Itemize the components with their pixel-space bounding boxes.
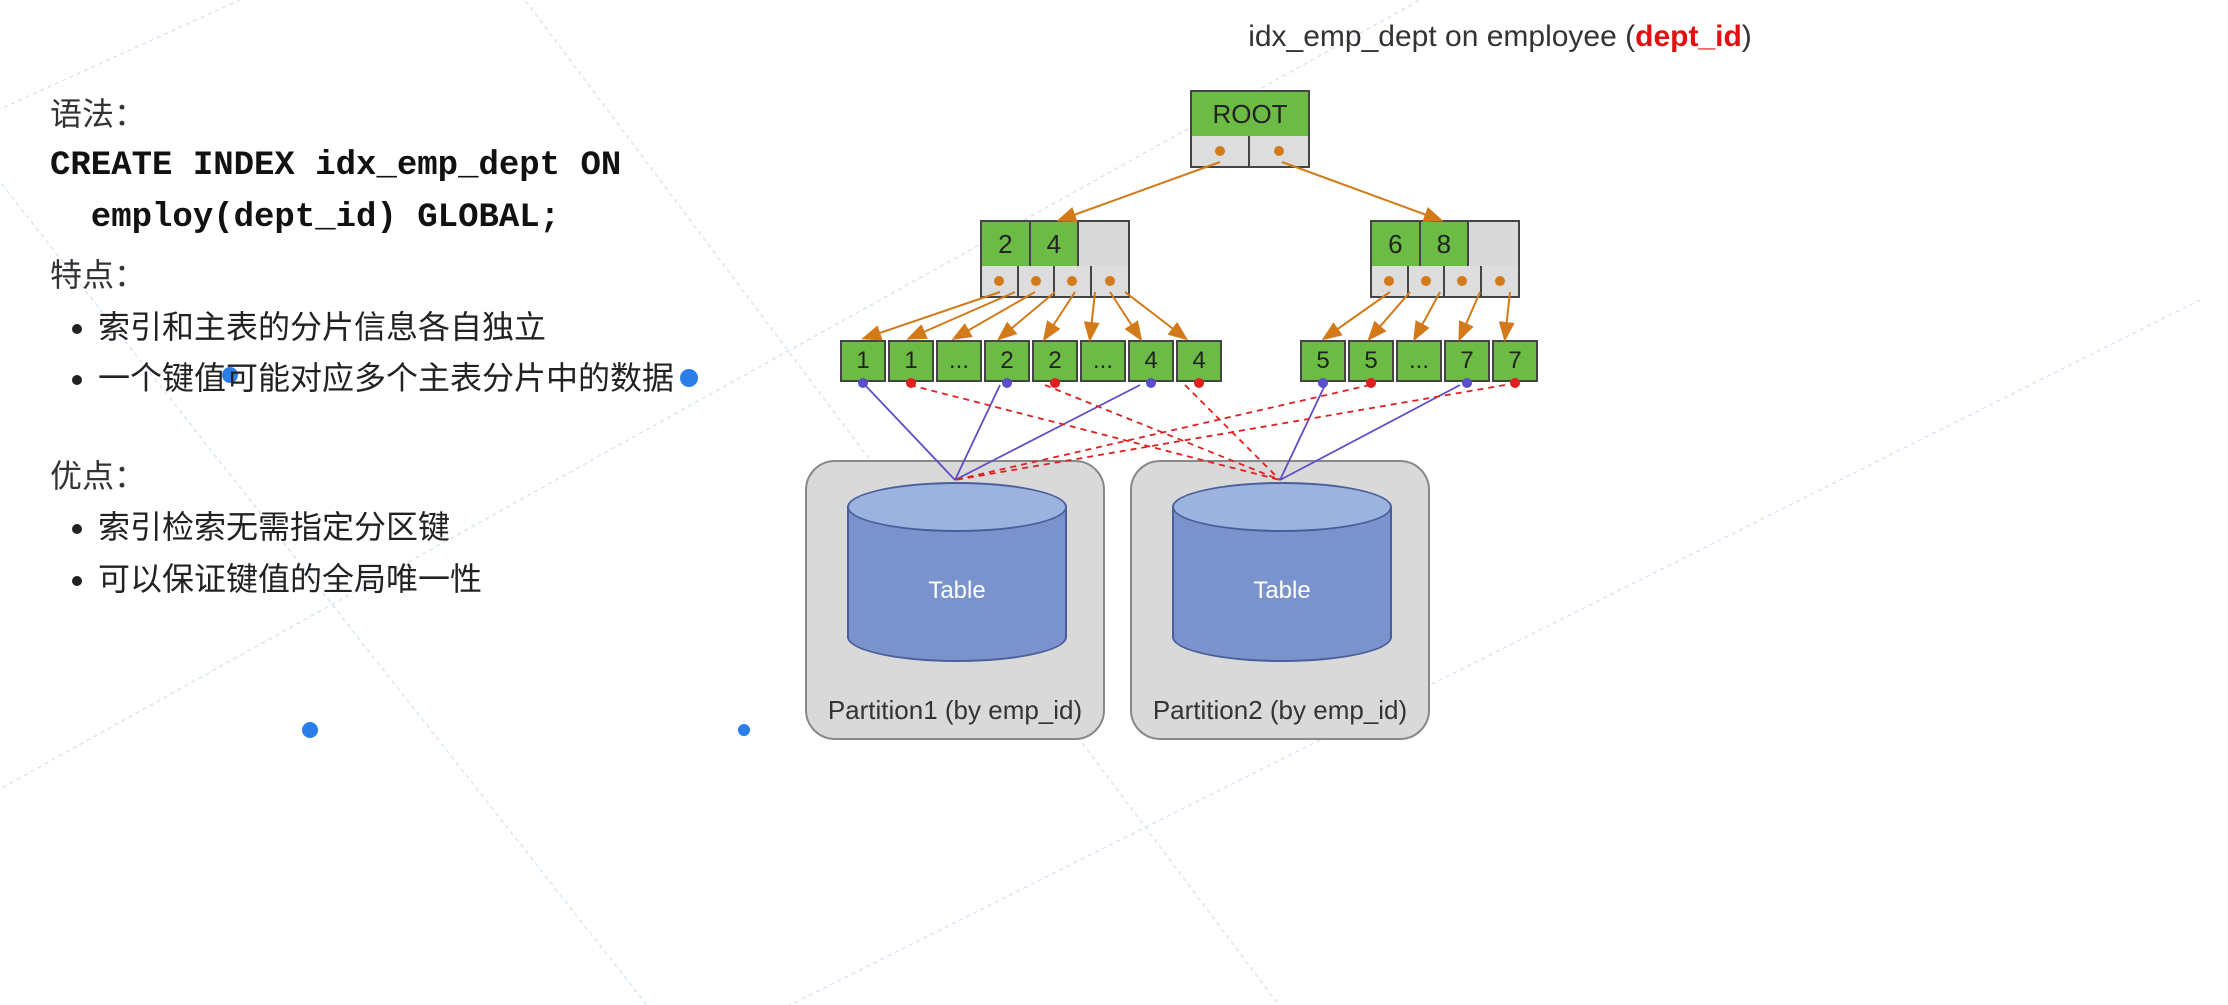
btree-leaf-row-left: 11...22...44 — [840, 340, 1222, 382]
btree-leaf-cell: 2 — [1032, 340, 1078, 382]
btree-leaf-cell: 1 — [840, 340, 886, 382]
advantage-item: 可以保证键值的全局唯一性 — [98, 555, 810, 605]
btree-leaf-cell: ... — [936, 340, 982, 382]
btree-leaf-cell: 7 — [1444, 340, 1490, 382]
features-label: 特点： — [50, 251, 810, 301]
partition-2: Table Partition2 (by emp_id) — [1130, 460, 1430, 740]
table-cylinder-icon: Table — [1172, 482, 1392, 662]
btree-internal-right: 6 8 — [1370, 220, 1520, 298]
btree-leaf-cell: ... — [1080, 340, 1126, 382]
feature-item: 一个键值可能对应多个主表分片中的数据 — [98, 354, 810, 404]
partition-label: Partition1 (by emp_id) — [807, 695, 1103, 726]
btree-leaf-row-right: 55...77 — [1300, 340, 1538, 382]
partition-label: Partition2 (by emp_id) — [1132, 695, 1428, 726]
btree-leaf-cell: ... — [1396, 340, 1442, 382]
diagram-title: idx_emp_dept on employee (dept_id) — [800, 20, 2200, 54]
btree-leaf-cell: 2 — [984, 340, 1030, 382]
btree-leaf-cell: 1 — [888, 340, 934, 382]
advantage-item: 索引检索无需指定分区键 — [98, 503, 810, 553]
advantages-list: 索引检索无需指定分区键 可以保证键值的全局唯一性 — [50, 503, 810, 604]
feature-item: 索引和主表的分片信息各自独立 — [98, 303, 810, 353]
btree-leaf-cell: 4 — [1128, 340, 1174, 382]
btree-leaf-cell: 5 — [1348, 340, 1394, 382]
root-key: ROOT — [1192, 92, 1308, 136]
btree-leaf-cell: 5 — [1300, 340, 1346, 382]
btree-leaf-cell: 4 — [1176, 340, 1222, 382]
code-block: CREATE INDEX idx_emp_dept ON employ(dept… — [50, 140, 810, 245]
advantages-label: 优点： — [50, 452, 810, 502]
btree-leaf-cell: 7 — [1492, 340, 1538, 382]
btree-internal-left: 2 4 — [980, 220, 1130, 298]
table-cylinder-icon: Table — [847, 482, 1067, 662]
partition-1: Table Partition1 (by emp_id) — [805, 460, 1105, 740]
btree-root-node: ROOT — [1190, 90, 1310, 168]
diagram-panel: idx_emp_dept on employee (dept_id) ROOT … — [800, 0, 2200, 1005]
features-list: 索引和主表的分片信息各自独立 一个键值可能对应多个主表分片中的数据 — [50, 303, 810, 404]
syntax-label: 语法： — [50, 90, 810, 140]
left-text-panel: 语法： CREATE INDEX idx_emp_dept ON employ(… — [50, 90, 810, 635]
btree-diagram: ROOT 2 4 6 8 — [800, 80, 2200, 980]
